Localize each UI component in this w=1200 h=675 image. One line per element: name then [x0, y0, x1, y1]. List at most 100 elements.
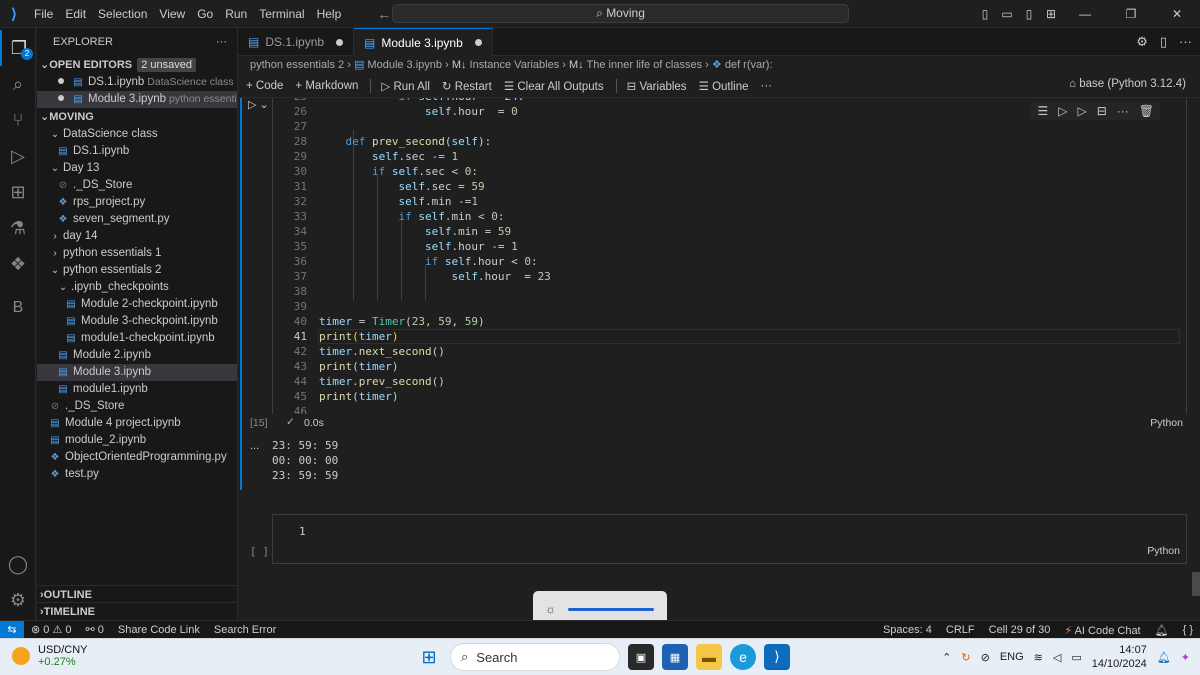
tab-ds1[interactable]: ▤ DS.1.ipynb — [238, 28, 355, 56]
scrollbar[interactable] — [1192, 572, 1200, 596]
cell-position-status[interactable]: Cell 29 of 30 — [982, 624, 1058, 636]
code-line[interactable]: timer.prev_second() — [319, 375, 445, 388]
menu-file[interactable]: File — [28, 0, 59, 28]
source-control-icon[interactable]: ⑂ — [0, 102, 36, 138]
code-line[interactable]: self.sec -= 1 — [319, 150, 458, 163]
tree-file[interactable]: ▤ Module 2.ipynb — [37, 347, 237, 364]
run-by-line-icon[interactable]: ☰ — [1037, 104, 1048, 118]
menu-terminal[interactable]: Terminal — [253, 0, 310, 28]
vscode-taskbar-icon[interactable]: ⟩ — [764, 644, 790, 670]
tree-file[interactable]: ❖ rps_project.py — [37, 194, 237, 211]
sync-icon[interactable]: ↻ — [961, 651, 970, 664]
network-share-icon[interactable]: ⊘ — [981, 651, 990, 664]
empty-code-cell[interactable]: 1 Python — [272, 514, 1187, 564]
breadcrumb-file[interactable]: Module 3.ipynb — [367, 59, 442, 71]
code-line[interactable]: if self.sec < 0: — [319, 165, 478, 178]
tree-file[interactable]: ❖ seven_segment.py — [37, 211, 237, 228]
tree-file[interactable]: ▤ module1-checkpoint.ipynb — [37, 330, 237, 347]
tree-file[interactable]: ▤ module_2.ipynb — [37, 432, 237, 449]
tree-file[interactable]: ▤ Module 3-checkpoint.ipynb — [37, 313, 237, 330]
split-cell-icon[interactable]: ⊟ — [1097, 104, 1107, 118]
tree-folder[interactable]: › day 14 — [37, 228, 237, 245]
accounts-icon[interactable]: ◯ — [0, 546, 36, 582]
task-view-icon[interactable]: ▣ — [628, 644, 654, 670]
tree-folder[interactable]: ⌄ python essentials 2 — [37, 262, 237, 279]
extension-b-icon[interactable]: B — [0, 290, 36, 326]
menu-edit[interactable]: Edit — [59, 0, 92, 28]
code-line[interactable]: timer = Timer(23, 59, 59) — [319, 315, 485, 328]
code-line[interactable]: self.min -=1 — [319, 195, 477, 208]
run-all-button[interactable]: ▷ Run All — [381, 79, 429, 93]
share-code-link[interactable]: Share Code Link — [111, 624, 207, 636]
code-line[interactable]: if self.hour == 24: — [319, 98, 524, 103]
tree-file[interactable]: ▤ Module 2-checkpoint.ipynb — [37, 296, 237, 313]
timeline-section[interactable]: ›TIMELINE — [37, 602, 237, 620]
volume-icon[interactable]: ◁ — [1053, 651, 1061, 664]
cell-language[interactable]: Python — [1150, 417, 1183, 429]
toggle-sidebar-icon[interactable]: ▯ — [974, 7, 996, 21]
back-arrow-icon[interactable]: ← — [377, 6, 391, 22]
settings-gear-icon[interactable]: ⚙ — [1136, 34, 1148, 50]
ports-status[interactable]: ⚯ 0 — [79, 623, 111, 636]
more-actions-icon[interactable]: ··· — [216, 28, 227, 56]
battery-icon[interactable]: ▭ — [1071, 651, 1081, 664]
variables-button[interactable]: ⊟ Variables — [627, 79, 687, 93]
customize-layout-icon[interactable]: ⊞ — [1040, 7, 1062, 21]
explorer-icon[interactable]: ❐ 2 — [0, 30, 36, 66]
outline-button[interactable]: ☰ Outline — [699, 79, 749, 93]
code-line[interactable]: self.hour = 0 — [319, 105, 518, 118]
more-actions-icon[interactable]: ··· — [1179, 34, 1192, 50]
clear-outputs-button[interactable]: ☰ Clear All Outputs — [504, 79, 604, 93]
search-error[interactable]: Search Error — [207, 624, 283, 636]
open-editor-item[interactable]: ▤ Module 3.ipynbpython essential... — [37, 91, 237, 108]
breadcrumb-heading1[interactable]: Instance Variables — [470, 59, 560, 71]
run-cell-button[interactable]: ▷ ⌄ — [248, 98, 269, 111]
input-language[interactable]: ENG — [1000, 651, 1024, 663]
store-icon[interactable]: ▦ — [662, 644, 688, 670]
execute-below-icon[interactable]: ▷ — [1077, 104, 1086, 118]
menu-view[interactable]: View — [153, 0, 191, 28]
breadcrumb-folder[interactable]: python essentials 2 — [250, 59, 344, 71]
manage-gear-icon[interactable]: ⚙ — [0, 582, 36, 618]
delete-cell-icon[interactable]: 🗑 — [1139, 104, 1154, 118]
code-editor[interactable]: ☰ ▷ ▷ ⊟ ··· 🗑 25 if self.hour == 24: 26 s… — [272, 98, 1187, 432]
workspace-section[interactable]: ⌄MOVING — [37, 108, 237, 126]
restart-button[interactable]: ↻ Restart — [442, 79, 492, 93]
menu-run[interactable]: Run — [219, 0, 253, 28]
more-actions-icon[interactable]: ··· — [761, 80, 773, 92]
toggle-secondary-sidebar-icon[interactable]: ▯ — [1018, 7, 1040, 21]
tree-file[interactable]: ▤ DS.1.ipynb — [37, 143, 237, 160]
code-line[interactable]: def prev_second(self): — [319, 135, 492, 148]
code-line[interactable]: self.hour = 23 — [319, 270, 550, 283]
widgets-button[interactable]: USD/CNY +0.27% — [12, 644, 88, 668]
clock[interactable]: 14:07 14/10/2024 — [1092, 643, 1147, 671]
edge-browser-icon[interactable]: e — [730, 644, 756, 670]
code-line[interactable]: self.min = 59 — [319, 225, 511, 238]
tree-file[interactable]: ⊘ ._DS_Store — [37, 177, 237, 194]
tree-folder[interactable]: › python essentials 1 — [37, 245, 237, 262]
menu-go[interactable]: Go — [191, 0, 219, 28]
problems-status[interactable]: ⊗ 0 ⚠ 0 — [24, 623, 79, 636]
menu-selection[interactable]: Selection — [92, 0, 153, 28]
indentation-status[interactable]: Spaces: 4 — [876, 624, 939, 636]
notifications-bell-icon[interactable]: 🔔︎ — [1148, 624, 1176, 637]
code-line[interactable]: print(timer) — [318, 329, 1180, 344]
tab-module3[interactable]: ▤ Module 3.ipynb — [354, 28, 493, 56]
tree-folder[interactable]: ⌄ Day 13 — [37, 160, 237, 177]
code-line[interactable]: if self.min < 0: — [319, 210, 504, 223]
tree-file[interactable]: ▤ Module 3.ipynb — [37, 364, 237, 381]
code-line[interactable]: print(timer) — [319, 360, 399, 373]
search-icon[interactable]: ⌕ — [0, 66, 36, 102]
code-line[interactable]: if self.hour < 0: — [319, 255, 538, 268]
code-line[interactable]: timer.next_second() — [319, 345, 445, 358]
windows-start-icon[interactable]: ⊞ — [416, 644, 442, 670]
code-line[interactable]: self.hour -= 1 — [319, 240, 518, 253]
execute-above-icon[interactable]: ▷ — [1058, 104, 1067, 118]
open-editor-item[interactable]: ▤ DS.1.ipynb DataScience class — [37, 74, 237, 91]
copilot-icon[interactable]: ✦ — [1181, 651, 1190, 664]
wifi-icon[interactable]: ≋ — [1034, 651, 1043, 664]
notification-bell-icon[interactable]: 🔔︎ — [1157, 651, 1171, 664]
python-icon[interactable]: ❖ — [0, 246, 36, 282]
command-center-search[interactable]: ⌕ Moving — [392, 4, 849, 23]
toggle-panel-icon[interactable]: ▭ — [996, 7, 1018, 21]
